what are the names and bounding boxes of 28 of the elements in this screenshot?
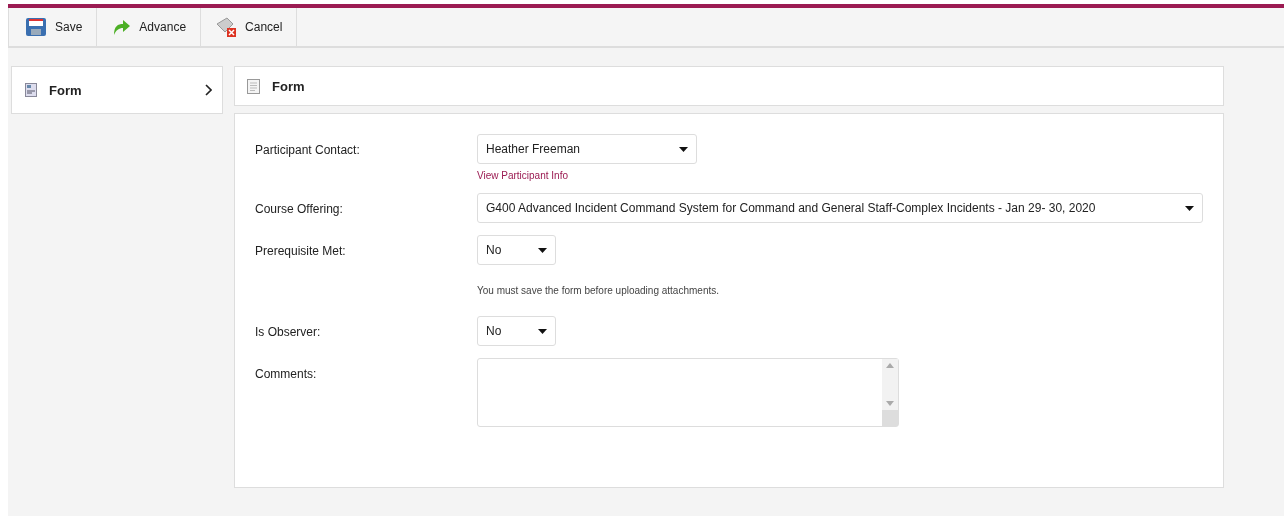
- scroll-down-icon[interactable]: [886, 401, 894, 406]
- comments-field[interactable]: [477, 358, 899, 427]
- caret-icon: [538, 247, 547, 253]
- dropdown[interactable]: Heather Freeman: [477, 134, 697, 164]
- field-label: Participant Contact:: [255, 142, 361, 159]
- caret-icon: [538, 328, 547, 334]
- form-icon: [25, 83, 37, 97]
- field-label: Course Offering:: [255, 201, 344, 218]
- scroll-up-icon[interactable]: [886, 363, 894, 368]
- field-label: Comments:: [255, 366, 318, 383]
- caret-icon: [1185, 205, 1194, 211]
- help-text: You must save the form before uploading attachments.: [477, 285, 720, 296]
- panel-title: Form: [272, 78, 305, 94]
- dropdown[interactable]: No: [477, 316, 556, 346]
- field-label: Is Observer:: [255, 324, 322, 341]
- document-icon: [247, 78, 260, 94]
- caret-icon: [679, 146, 688, 152]
- field-label: Prerequisite Met:: [255, 243, 347, 260]
- dropdown[interactable]: No: [477, 235, 556, 265]
- chevron-icon: [205, 84, 212, 96]
- advance-button[interactable]: Advance: [97, 8, 202, 46]
- participant-info-link[interactable]: View Participant Info: [477, 170, 568, 181]
- save-button[interactable]: Save: [8, 8, 98, 46]
- resize-handle[interactable]: [882, 410, 898, 426]
- document-delete-icon: [215, 16, 238, 38]
- curved-arrow-icon: [111, 17, 132, 37]
- dropdown[interactable]: G400 Advanced Incident Command System for Command and General Staff-Complex Incidents - Jan 29- 30, 2020: [477, 193, 1203, 223]
- cancel-button[interactable]: Cancel: [201, 8, 298, 46]
